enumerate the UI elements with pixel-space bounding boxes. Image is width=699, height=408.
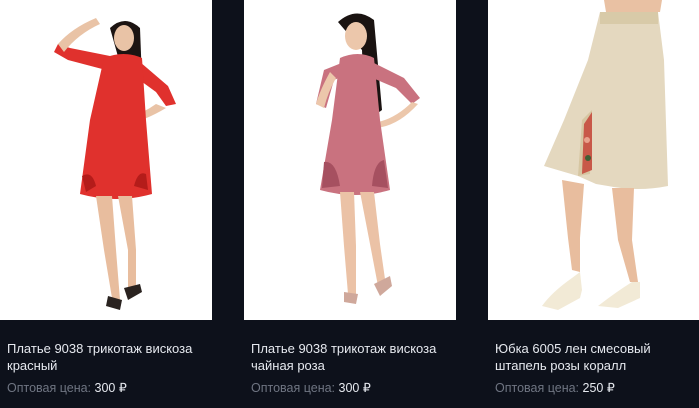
price-value: 300 ₽ bbox=[94, 381, 127, 395]
product-card[interactable]: Платье 9038 трикотаж вискоза красный Опт… bbox=[0, 0, 212, 395]
price-label: Оптовая цена: bbox=[495, 381, 580, 395]
product-title-line1: Юбка 6005 лен смесовый bbox=[495, 341, 651, 356]
product-image[interactable] bbox=[244, 0, 456, 320]
product-title-link[interactable]: Платье 9038 трикотаж вискоза чайная роза bbox=[251, 340, 451, 374]
product-title-line1: Платье 9038 трикотаж вискоза bbox=[7, 341, 193, 356]
product-price: Оптовая цена: 300 ₽ bbox=[251, 380, 456, 395]
linen-skirt-photo-icon bbox=[542, 0, 668, 310]
product-title-link[interactable]: Юбка 6005 лен смесовый штапель розы кора… bbox=[495, 340, 695, 374]
product-image[interactable] bbox=[488, 0, 699, 320]
price-label: Оптовая цена: bbox=[7, 381, 92, 395]
price-value: 300 ₽ bbox=[338, 381, 371, 395]
product-title-link[interactable]: Платье 9038 трикотаж вискоза красный bbox=[7, 340, 207, 374]
red-dress-photo-icon bbox=[54, 18, 176, 310]
product-price: Оптовая цена: 250 ₽ bbox=[495, 380, 699, 395]
product-grid: Платье 9038 трикотаж вискоза красный Опт… bbox=[0, 0, 699, 408]
product-card[interactable]: Платье 9038 трикотаж вискоза чайная роза… bbox=[244, 0, 456, 395]
product-title-line2: красный bbox=[7, 358, 58, 373]
product-image[interactable] bbox=[0, 0, 212, 320]
product-title-line2: чайная роза bbox=[251, 358, 325, 373]
pink-dress-photo-icon bbox=[316, 13, 420, 304]
price-label: Оптовая цена: bbox=[251, 381, 336, 395]
product-title-line1: Платье 9038 трикотаж вискоза bbox=[251, 341, 437, 356]
product-price: Оптовая цена: 300 ₽ bbox=[7, 380, 212, 395]
product-card[interactable]: Юбка 6005 лен смесовый штапель розы кора… bbox=[488, 0, 699, 395]
product-title-line2: штапель розы коралл bbox=[495, 358, 627, 373]
price-value: 250 ₽ bbox=[582, 381, 615, 395]
